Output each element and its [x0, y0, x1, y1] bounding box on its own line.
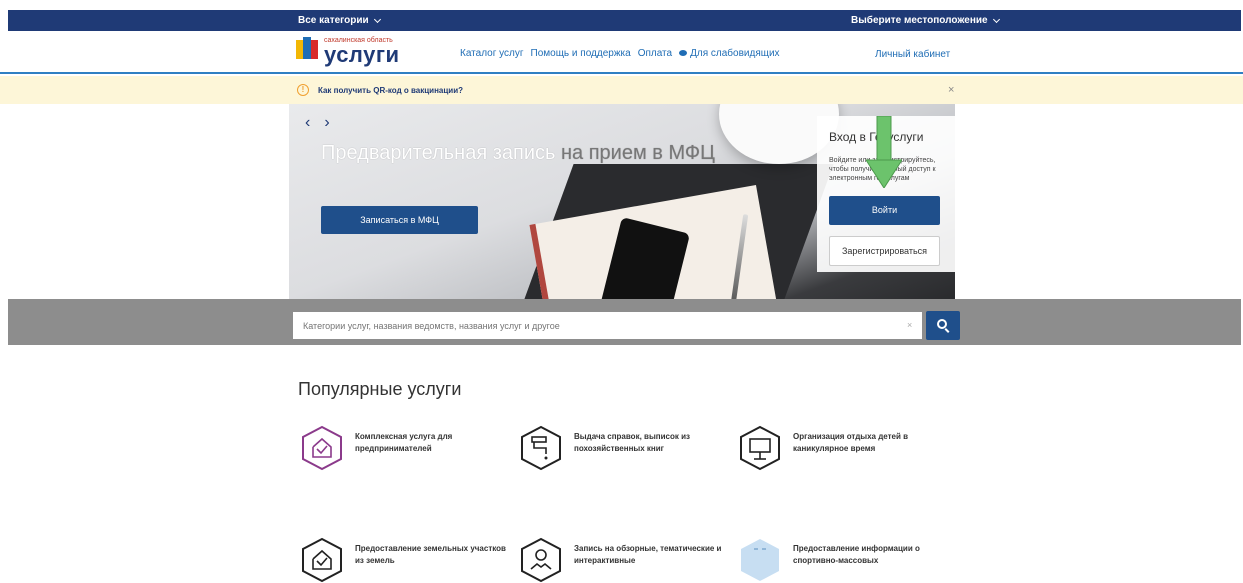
- house-check-icon: [302, 537, 342, 583]
- top-bar: Все категории Выберите местоположение: [0, 0, 1243, 31]
- nav-help[interactable]: Помощь и поддержка: [531, 48, 631, 59]
- service-item[interactable]: Организация отдыха детей в каникулярное …: [737, 425, 953, 471]
- faucet-icon: [521, 425, 561, 471]
- notice-bar: ! Как получить QR-код о вакцинации? ×: [0, 76, 1243, 104]
- house-check-icon: [302, 425, 342, 471]
- register-button[interactable]: Зарегистрироваться: [829, 236, 940, 266]
- site-logo[interactable]: сахалинская область услуги: [296, 37, 400, 67]
- sport-icon: [741, 539, 779, 581]
- clear-icon[interactable]: ×: [907, 320, 912, 330]
- service-item[interactable]: Выдача справок, выписок из похозяйственн…: [518, 425, 734, 471]
- location-label: Выберите местоположение: [851, 15, 988, 26]
- notice-link[interactable]: Как получить QR-код о вакцинации?: [318, 86, 463, 95]
- service-item[interactable]: Запись на обзорные, тематические и интер…: [518, 537, 734, 583]
- nav-catalog[interactable]: Каталог услуг: [460, 48, 524, 59]
- all-categories-label: Все категории: [298, 15, 369, 26]
- main-nav: Каталог услуг Помощь и поддержка Оплата …: [460, 48, 780, 59]
- map-pin-icon: [521, 537, 561, 583]
- nav-accessibility[interactable]: Для слабовидящих: [679, 48, 780, 59]
- service-item[interactable]: Предоставление земельных участков из зем…: [299, 537, 515, 583]
- personal-cabinet-link[interactable]: Личный кабинет: [875, 49, 950, 60]
- search-input[interactable]: [293, 312, 922, 339]
- nav-payment[interactable]: Оплата: [638, 48, 672, 59]
- logo-title: услуги: [324, 42, 400, 67]
- chevron-down-icon: [373, 15, 381, 23]
- popular-services-title: Популярные услуги: [298, 379, 462, 399]
- chevron-left-icon[interactable]: ‹: [305, 114, 324, 131]
- service-item[interactable]: Предоставление информации о спортивно-ма…: [737, 537, 953, 583]
- close-icon[interactable]: ×: [948, 84, 954, 96]
- eye-icon: [679, 50, 688, 57]
- search-button[interactable]: [926, 311, 960, 340]
- location-dropdown[interactable]: Выберите местоположение: [851, 15, 1000, 26]
- hero-title: Предварительная запись на прием в МФЦ: [321, 142, 715, 164]
- warning-icon: !: [297, 84, 309, 96]
- chevron-down-icon: [992, 15, 1000, 23]
- mfc-appointment-button[interactable]: Записаться в МФЦ: [321, 206, 478, 234]
- top-bar-strip: Все категории Выберите местоположение: [8, 10, 1241, 31]
- site-header: сахалинская область услуги Каталог услуг…: [0, 31, 1243, 74]
- coat-of-arms-icon: [296, 37, 318, 61]
- carousel-arrows: ‹›: [305, 114, 344, 132]
- login-button[interactable]: Войти: [829, 196, 940, 225]
- chevron-right-icon[interactable]: ›: [324, 114, 343, 131]
- service-item[interactable]: Комплексная услуга для предпринимателей: [299, 425, 515, 471]
- arrow-down-icon: [866, 116, 902, 188]
- billboard-icon: [740, 425, 780, 471]
- all-categories-dropdown[interactable]: Все категории: [298, 15, 381, 26]
